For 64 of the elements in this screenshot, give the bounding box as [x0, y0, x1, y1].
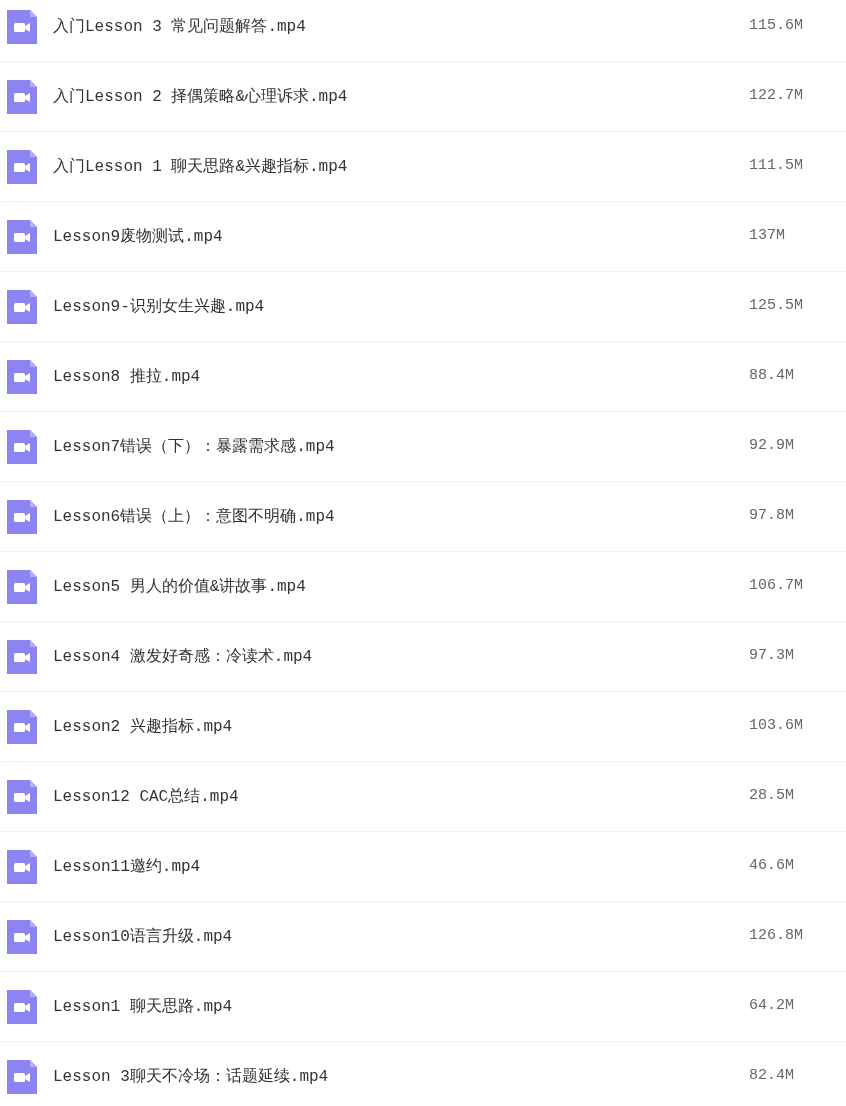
- file-size: 97.3M: [749, 646, 795, 667]
- file-size: 103.6M: [749, 716, 804, 737]
- file-row[interactable]: 入门Lesson 3 常见问题解答.mp4 115.6M: [0, 0, 846, 62]
- file-row[interactable]: Lesson1 聊天思路.mp4 64.2M: [0, 972, 846, 1042]
- file-size: 111.5M: [749, 156, 804, 177]
- file-row[interactable]: Lesson 3聊天不冷场：话题延续.mp4 82.4M: [0, 1042, 846, 1106]
- file-size: 137M: [749, 226, 786, 247]
- file-size: 92.9M: [749, 436, 795, 457]
- file-row[interactable]: Lesson11邀约.mp4 46.6M: [0, 832, 846, 902]
- video-file-icon: [7, 779, 37, 814]
- video-file-icon: [7, 219, 37, 254]
- video-file-icon: [7, 1059, 37, 1094]
- file-name: Lesson7错误（下）：暴露需求感.mp4: [53, 436, 336, 458]
- file-row[interactable]: Lesson8 推拉.mp4 88.4M: [0, 342, 846, 412]
- file-row[interactable]: Lesson5 男人的价值&讲故事.mp4 106.7M: [0, 552, 846, 622]
- video-file-icon: [7, 499, 37, 534]
- file-name: Lesson5 男人的价值&讲故事.mp4: [53, 576, 307, 598]
- file-row[interactable]: Lesson4 激发好奇感：冷读术.mp4 97.3M: [0, 622, 846, 692]
- file-size: 88.4M: [749, 366, 795, 387]
- file-name: Lesson4 激发好奇感：冷读术.mp4: [53, 646, 314, 668]
- file-name: Lesson 3聊天不冷场：话题延续.mp4: [53, 1066, 330, 1088]
- video-file-icon: [7, 359, 37, 394]
- video-file-icon: [7, 919, 37, 954]
- file-name: Lesson12 CAC总结.mp4: [53, 786, 240, 808]
- file-row[interactable]: Lesson10语言升级.mp4 126.8M: [0, 902, 846, 972]
- file-name: Lesson8 推拉.mp4: [53, 366, 202, 388]
- file-size: 82.4M: [749, 1066, 795, 1087]
- file-size: 126.8M: [749, 926, 804, 947]
- video-file-icon: [7, 989, 37, 1024]
- video-file-icon: [7, 429, 37, 464]
- file-row[interactable]: Lesson12 CAC总结.mp4 28.5M: [0, 762, 846, 832]
- file-row[interactable]: 入门Lesson 2 择偶策略&心理诉求.mp4 122.7M: [0, 62, 846, 132]
- file-size: 28.5M: [749, 786, 795, 807]
- file-name: Lesson10语言升级.mp4: [53, 926, 234, 948]
- file-name: Lesson1 聊天思路.mp4: [53, 996, 234, 1018]
- video-file-icon: [7, 9, 37, 44]
- file-row[interactable]: 入门Lesson 1 聊天思路&兴趣指标.mp4 111.5M: [0, 132, 846, 202]
- file-row[interactable]: Lesson9-识别女生兴趣.mp4 125.5M: [0, 272, 846, 342]
- video-file-icon: [7, 639, 37, 674]
- file-size: 64.2M: [749, 996, 795, 1017]
- file-row[interactable]: Lesson9废物测试.mp4 137M: [0, 202, 846, 272]
- file-size: 122.7M: [749, 86, 804, 107]
- file-name: Lesson9-识别女生兴趣.mp4: [53, 296, 266, 318]
- file-size: 97.8M: [749, 506, 795, 527]
- file-size: 125.5M: [749, 296, 804, 317]
- file-name: Lesson9废物测试.mp4: [53, 226, 224, 248]
- file-row[interactable]: Lesson7错误（下）：暴露需求感.mp4 92.9M: [0, 412, 846, 482]
- video-file-icon: [7, 709, 37, 744]
- video-file-icon: [7, 289, 37, 324]
- file-size: 46.6M: [749, 856, 795, 877]
- video-file-icon: [7, 569, 37, 604]
- video-file-icon: [7, 849, 37, 884]
- file-size: 106.7M: [749, 576, 804, 597]
- file-row[interactable]: Lesson2 兴趣指标.mp4 103.6M: [0, 692, 846, 762]
- file-name: 入门Lesson 3 常见问题解答.mp4: [53, 16, 307, 38]
- file-row[interactable]: Lesson6错误（上）：意图不明确.mp4 97.8M: [0, 482, 846, 552]
- video-file-icon: [7, 79, 37, 114]
- file-name: Lesson2 兴趣指标.mp4: [53, 716, 234, 738]
- file-name: Lesson6错误（上）：意图不明确.mp4: [53, 506, 336, 528]
- file-name: 入门Lesson 2 择偶策略&心理诉求.mp4: [53, 86, 349, 108]
- file-name: 入门Lesson 1 聊天思路&兴趣指标.mp4: [53, 156, 349, 178]
- video-file-icon: [7, 149, 37, 184]
- file-name: Lesson11邀约.mp4: [53, 856, 202, 878]
- file-size: 115.6M: [749, 16, 804, 37]
